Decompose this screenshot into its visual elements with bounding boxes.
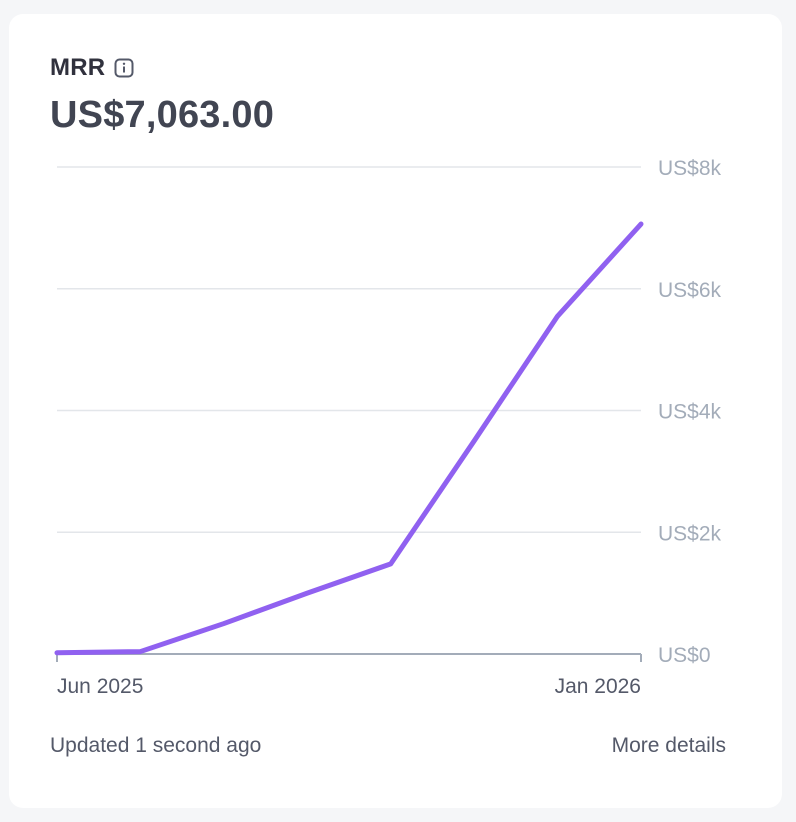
y-tick-label: US$0: [658, 644, 711, 667]
y-tick-label: US$6k: [658, 279, 722, 302]
y-tick-label: US$2k: [658, 522, 722, 545]
x-tick-label: Jun 2025: [57, 675, 143, 698]
mrr-chart: US$8k US$6k US$4k US$2k US$0 Jun 2025 Jan 2026: [9, 14, 782, 808]
y-tick-label: US$8k: [658, 157, 722, 180]
updated-text: Updated 1 second ago: [50, 734, 262, 757]
mrr-card: MRR US$7,063.00 US$8k US$6k US$4k US$2k US$0…: [9, 14, 782, 808]
y-tick-label: US$4k: [658, 401, 722, 424]
x-tick-label: Jan 2026: [555, 675, 641, 698]
more-details-link[interactable]: More details: [612, 734, 726, 758]
chart-svg: US$8k US$6k US$4k US$2k US$0 Jun 2025 Jan 2026: [54, 157, 722, 698]
